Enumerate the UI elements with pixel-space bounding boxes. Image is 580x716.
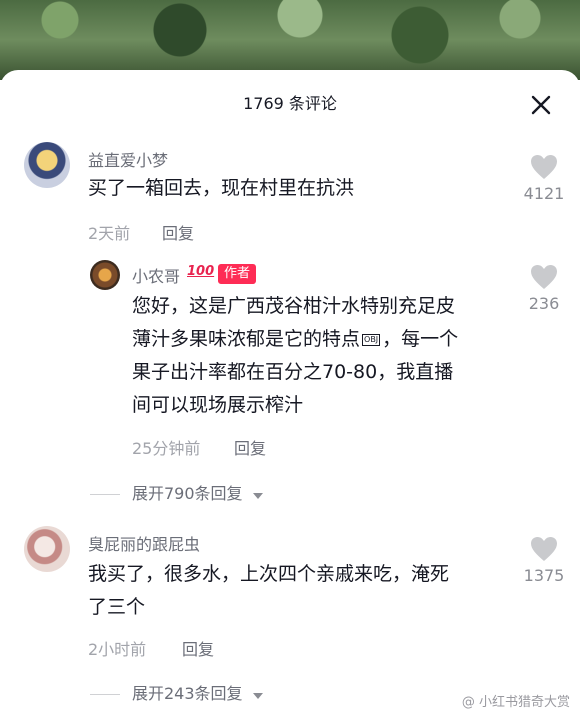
reply-button[interactable]: 回复 [182,636,214,660]
comments-sheet: 1769 条评论 益直爱小梦 买了一箱回去，现在村里在抗洪 2天前 回复 412… [0,70,580,716]
heart-icon [514,264,574,290]
heart-icon [514,154,574,180]
divider-line [90,494,120,495]
comment-username[interactable]: 小农哥 [132,263,180,287]
obj-placeholder-icon: OBJ [362,333,381,346]
watermark: @ 小红书猎奇大赏 [461,695,570,710]
avatar[interactable] [24,526,70,572]
caret-down-icon [252,485,264,504]
like-button[interactable]: 236 [514,264,574,313]
comment-time: 25分钟前 [132,439,201,458]
reply-button[interactable]: 回复 [162,220,194,244]
comment-text: 您好，这是广西茂谷柑汁水特别充足皮 薄汁多果味浓郁是它的特点 OBJ ，每一个 果子… [132,290,458,422]
comment-username[interactable]: 益直爱小梦 [88,147,168,171]
like-button[interactable]: 4121 [514,154,574,203]
comment-text-line: 我买了，很多水，上次四个亲戚来吃，淹死 [88,563,450,585]
hundred-emoji: 100 [187,264,215,279]
comment-time: 2小时前 [88,640,147,659]
background-photo [0,0,580,80]
avatar[interactable] [90,260,120,290]
comment-text: 我买了，很多水，上次四个亲戚来吃，淹死 了三个 [88,558,449,624]
like-count: 4121 [523,184,565,203]
comment-text-line: 了三个 [88,596,146,618]
caret-down-icon [252,685,264,704]
divider-line [90,694,120,695]
close-icon[interactable] [528,92,554,118]
comment-text-line: 您好，这是广西茂谷柑汁水特别充足皮 [132,295,456,317]
heart-icon [514,536,574,562]
comment-text-line: 间可以现场展示榨汁 [132,394,304,416]
comment-text: 买了一箱回去，现在村里在抗洪 [88,177,355,199]
expand-replies-button[interactable]: 展开243条回复 [90,680,264,704]
like-count: 1375 [523,566,565,585]
comment-text-line: 薄汁多果味浓郁是它的特点 OBJ ，每一个 [132,328,459,350]
expand-replies-button[interactable]: 展开790条回复 [90,480,264,504]
comment-username[interactable]: 臭屁丽的跟屁虫 [88,531,200,555]
reply-button[interactable]: 回复 [234,435,266,459]
author-badge: 作者 [218,264,257,284]
comment-time: 2天前 [88,224,131,243]
like-button[interactable]: 1375 [514,536,574,585]
avatar[interactable] [24,142,70,188]
comment-text-line: 果子出汁率都在百分之70-80，我直播 [132,361,454,383]
comment-count-title: 1769 条评论 [243,94,337,113]
like-count: 236 [528,294,560,313]
